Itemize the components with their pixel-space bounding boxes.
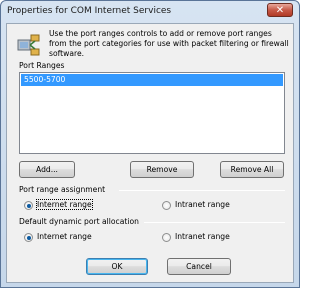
group-divider [144,222,285,223]
allocation-internet-label[interactable]: Internet range [37,232,92,241]
close-button[interactable]: ✕ [267,3,293,17]
ok-button-label: OK [111,262,123,271]
allocation-internet-radio[interactable] [24,233,33,242]
group-divider [119,190,285,191]
assignment-internet-label[interactable]: Internet range [36,199,93,210]
dialog-client-area: Use the port ranges controls to add or r… [6,23,294,283]
network-ports-icon [17,34,40,56]
properties-dialog: Properties for COM Internet Services ✕ U… [0,0,300,288]
allocation-intranet-radio[interactable] [162,233,171,242]
port-ranges-label: Port Ranges [19,61,65,70]
cancel-button-label: Cancel [186,262,212,271]
default-port-allocation-title: Default dynamic port allocation [19,217,139,226]
ok-button[interactable]: OK [86,258,148,275]
close-icon: ✕ [275,5,285,16]
dialog-description: Use the port ranges controls to add or r… [49,29,289,58]
assignment-intranet-label[interactable]: Intranet range [175,200,230,209]
remove-button-label: Remove [146,165,178,174]
port-ranges-list[interactable]: 5500-5700 [19,72,285,154]
cancel-button[interactable]: Cancel [167,258,231,275]
remove-all-button-label: Remove All [230,165,274,174]
remove-all-button[interactable]: Remove All [220,161,284,178]
assignment-intranet-radio[interactable] [162,201,171,210]
title-bar[interactable]: Properties for COM Internet Services ✕ [1,1,299,21]
add-button-label: Add... [36,165,58,174]
add-button[interactable]: Add... [19,161,75,178]
port-range-assignment-title: Port range assignment [19,185,106,194]
remove-button[interactable]: Remove [130,161,194,178]
assignment-internet-radio[interactable] [24,201,33,210]
list-item[interactable]: 5500-5700 [21,74,283,86]
allocation-intranet-label[interactable]: Intranet range [175,232,230,241]
window-title: Properties for COM Internet Services [7,6,172,16]
